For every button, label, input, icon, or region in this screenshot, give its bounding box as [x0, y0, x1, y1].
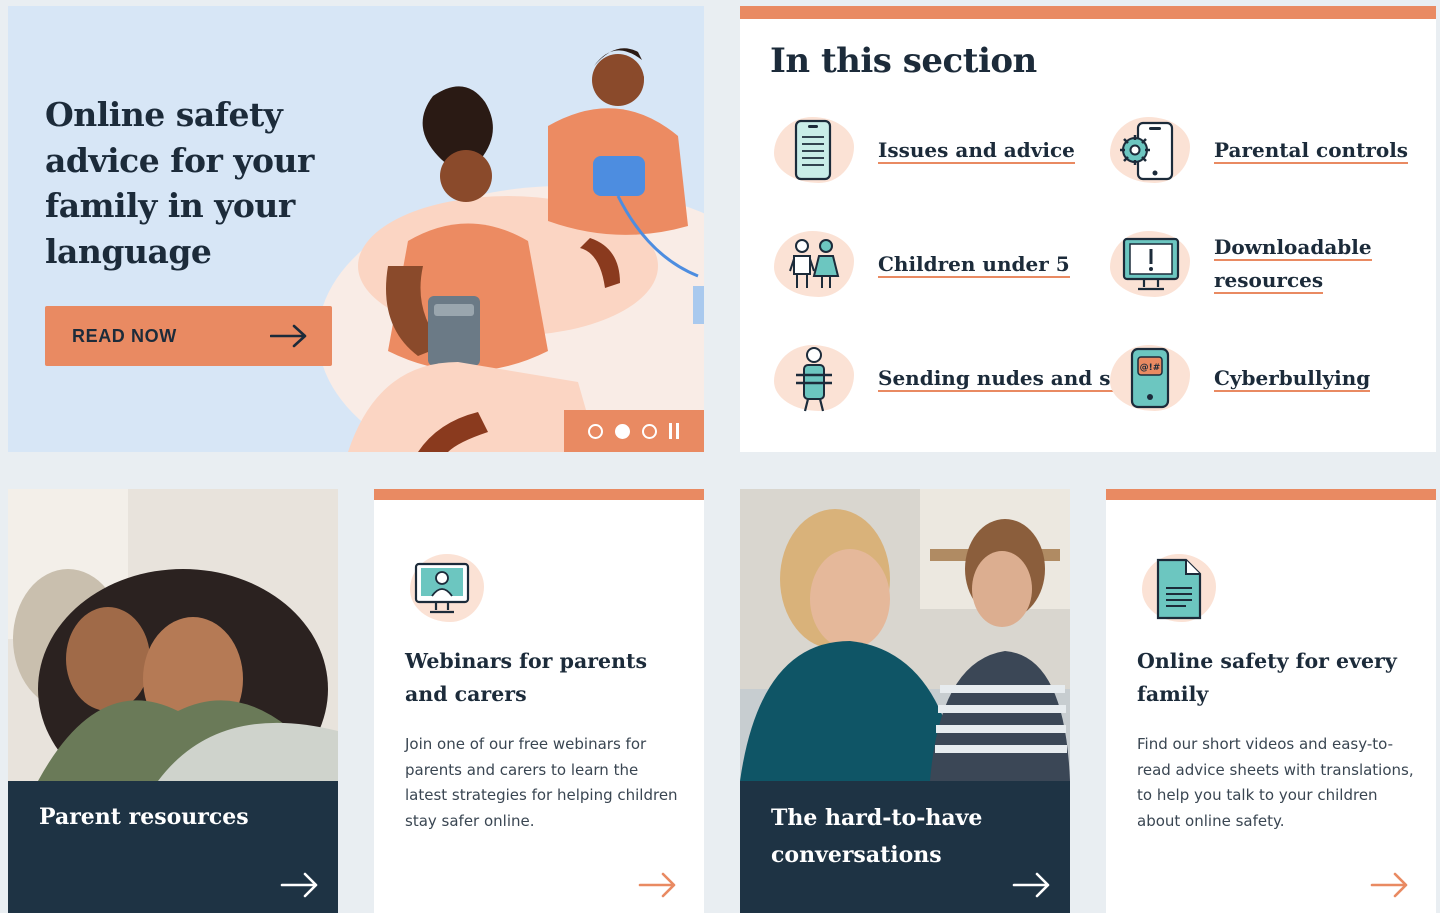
monitor-person-icon [404, 552, 488, 628]
read-now-label: READ NOW [72, 325, 177, 346]
phone-gear-icon [1108, 115, 1192, 185]
in-this-section-panel: In this section Issues and advice Parent… [740, 6, 1436, 452]
person-phone-icon [772, 343, 856, 413]
section-link-label: Children under 5 [878, 251, 1070, 278]
pause-icon[interactable] [668, 423, 681, 439]
card-body: Join one of our free webinars for parent… [405, 735, 678, 831]
phone-speech-icon: @!# [1108, 343, 1192, 413]
card-title: The hard-to-have conversations [771, 805, 983, 868]
document-icon [1136, 552, 1220, 628]
card-title: Parent resources [39, 804, 249, 830]
card-every-family[interactable]: Online safety for every family Find our … [1106, 489, 1436, 913]
read-now-button[interactable]: READ NOW [45, 306, 332, 366]
carousel-dot-2[interactable] [614, 423, 630, 439]
section-link-label: Parental controls [1214, 137, 1409, 164]
svg-text:@!#: @!# [1140, 363, 1161, 373]
section-link-children-under-5[interactable]: Children under 5 [772, 229, 1070, 299]
section-link-label: Cyberbullying [1214, 365, 1371, 392]
card-hard-conversations[interactable]: The hard-to-have conversations [740, 489, 1070, 913]
card-parent-resources[interactable]: Parent resources [8, 489, 338, 913]
family-illustration [318, 48, 704, 452]
section-heading: In this section [770, 41, 1037, 81]
arrow-right-icon[interactable] [280, 871, 320, 899]
arrow-right-icon[interactable] [1012, 871, 1052, 899]
card-webinars[interactable]: Webinars for parents and carers Join one… [374, 489, 704, 913]
arrow-right-icon[interactable] [1370, 871, 1410, 899]
card-title: Webinars for parents and carers [405, 649, 647, 706]
arrow-right-icon [270, 324, 307, 348]
section-link-label: Issues and advice [878, 137, 1075, 164]
section-link-parental-controls[interactable]: Parental controls [1108, 115, 1409, 185]
arrow-right-icon[interactable] [638, 871, 678, 899]
two-children-icon [772, 229, 856, 299]
hero-banner: Online safety advice for your family in … [8, 6, 704, 452]
card-body: Find our short videos and easy-to-read a… [1137, 735, 1414, 831]
section-link-issues-and-advice[interactable]: Issues and advice [772, 115, 1075, 185]
carousel-dot-3[interactable] [641, 423, 657, 439]
hero-title: Online safety advice for your family in … [45, 95, 314, 271]
two-women-talking-photo [740, 489, 1070, 781]
section-link-cyberbullying[interactable]: @!# Cyberbullying [1108, 343, 1371, 413]
phone-list-icon [772, 115, 856, 185]
mother-daughter-photo [8, 489, 338, 781]
section-link-label: Downloadable resources [1214, 235, 1372, 294]
carousel-controls [564, 410, 704, 452]
card-title: Online safety for every family [1137, 649, 1397, 706]
monitor-alert-icon [1108, 229, 1192, 299]
section-link-downloadable-resources[interactable]: Downloadable resources [1108, 229, 1436, 299]
carousel-dot-1[interactable] [587, 423, 603, 439]
